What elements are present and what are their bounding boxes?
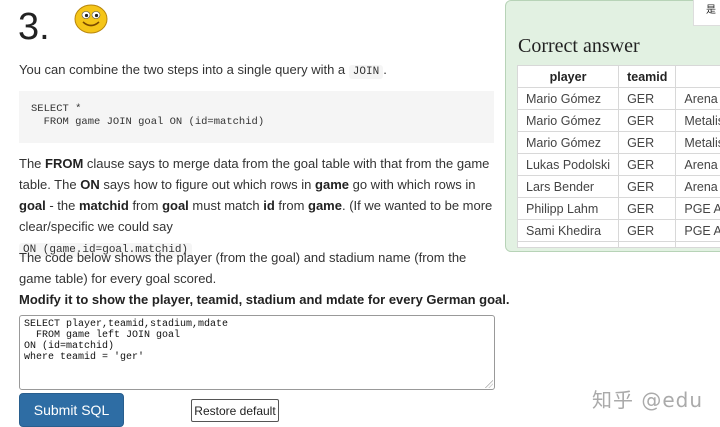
- cell-player: Sami Khedira: [516, 219, 620, 242]
- cell-teamid: GER: [618, 87, 677, 110]
- corner-tab[interactable]: 是: [693, 0, 720, 26]
- cell-teamid: GER: [618, 175, 677, 198]
- from-clause-explanation: The FROM clause says to merge data from …: [19, 156, 493, 257]
- cell-player: Mario Gómez: [516, 87, 620, 110]
- cell-teamid: GER: [618, 219, 677, 242]
- correct-answer-panel: Correct answer player teamid Mario Gómez…: [505, 0, 720, 252]
- column-header-stadium: [675, 65, 720, 88]
- cell-player: Mario Gómez: [516, 131, 620, 154]
- intro-period: .: [383, 62, 387, 77]
- column-header-teamid: teamid: [618, 65, 677, 88]
- restore-default-button[interactable]: Restore default: [191, 399, 279, 422]
- intro-label: You can combine the two steps into a sin…: [19, 62, 346, 77]
- cell-teamid: GER: [618, 109, 677, 132]
- table-header-row: player teamid: [516, 65, 720, 88]
- cell-teamid: GER: [618, 197, 677, 220]
- intro-text: You can combine the two steps into a sin…: [19, 62, 387, 79]
- table-row: Sami Khedira GER PGE Are: [516, 219, 720, 242]
- answer-title: Correct answer: [518, 35, 640, 57]
- cell-stadium: PGE Are: [675, 219, 720, 242]
- cell-stadium: Arena Lv: [675, 153, 720, 176]
- cell-player: Philipp Lahm: [516, 197, 620, 220]
- table-row: Mario Gómez GER Metalist: [516, 131, 720, 154]
- watermark: 知乎 @edu: [592, 388, 704, 412]
- question-number: 3.: [18, 6, 50, 48]
- cell-stadium: Metalist: [675, 109, 720, 132]
- cell-player: Lukas Podolski: [516, 153, 620, 176]
- table-row: Mario Gómez GER Arena Lv: [516, 87, 720, 110]
- sql-editor[interactable]: [19, 315, 495, 390]
- table-row-partial: [516, 241, 720, 248]
- cell-player: Lars Bender: [516, 175, 620, 198]
- code-description: The code below shows the player (from th…: [19, 250, 467, 286]
- cell-stadium: Arena Lv: [675, 87, 720, 110]
- table-row: Philipp Lahm GER PGE Are: [516, 197, 720, 220]
- table-row: Lars Bender GER Arena Lv: [516, 175, 720, 198]
- cell-stadium: PGE Are: [675, 197, 720, 220]
- resize-handle[interactable]: [485, 380, 493, 388]
- table-row: Lukas Podolski GER Arena Lv: [516, 153, 720, 176]
- example-code-block: SELECT * FROM game JOIN goal ON (id=matc…: [19, 91, 494, 143]
- cell-teamid: GER: [618, 131, 677, 154]
- cell-teamid: GER: [618, 153, 677, 176]
- table-row: Mario Gómez GER Metalist: [516, 109, 720, 132]
- join-keyword: JOIN: [348, 65, 384, 79]
- cell-stadium: Metalist: [675, 131, 720, 154]
- task-instruction: Modify it to show the player, teamid, st…: [19, 292, 510, 307]
- answer-table: player teamid Mario Gómez GER Arena Lv M…: [516, 65, 720, 248]
- cell-stadium: Arena Lv: [675, 175, 720, 198]
- smiley-face-icon: [74, 4, 108, 34]
- cell-player: Mario Gómez: [516, 109, 620, 132]
- submit-sql-button[interactable]: Submit SQL: [19, 393, 124, 427]
- column-header-player: player: [516, 65, 620, 88]
